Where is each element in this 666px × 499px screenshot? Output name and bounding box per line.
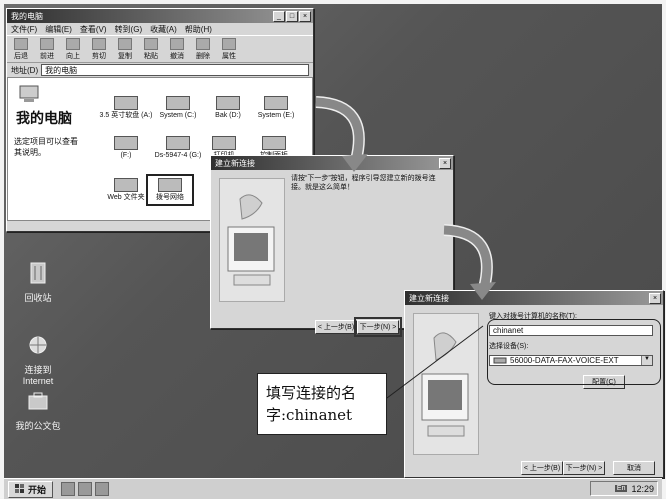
printer-icon <box>212 136 236 150</box>
address-field[interactable]: 我的电脑 <box>41 64 309 76</box>
explorer-description: 选定项目可以查看其说明。 <box>14 137 78 157</box>
menu-help[interactable]: 帮助(H) <box>185 24 212 35</box>
briefcase-icon <box>28 392 48 410</box>
cdrom-drive-icon <box>166 136 190 150</box>
undo-icon <box>170 37 184 50</box>
forward-icon <box>40 37 54 50</box>
wizard1-instruction: 请按“下一步”按钮，程序引导您建立新的拨号连接。就是这么简单！ <box>291 175 436 191</box>
menu-edit[interactable]: 编辑(E) <box>45 24 72 35</box>
drive-e[interactable]: System (E:) <box>246 96 306 120</box>
show-desktop-icon[interactable] <box>95 482 110 496</box>
windows-logo-icon <box>15 484 24 493</box>
menu-go[interactable]: 转到(G) <box>115 24 143 35</box>
start-button[interactable]: 开始 <box>8 480 54 498</box>
tool-cut[interactable]: 剪切 <box>89 37 109 61</box>
back-button[interactable]: < 上一步(B) <box>521 461 563 475</box>
taskbar: 开始 En 12:29 <box>4 478 662 499</box>
highlight-frame <box>487 319 661 385</box>
dialup-networking-folder[interactable]: 拨号网络 <box>146 174 194 206</box>
paste-icon <box>144 37 158 50</box>
tool-properties[interactable]: 属性 <box>219 37 239 61</box>
close-button[interactable]: × <box>439 158 451 169</box>
menu-view[interactable]: 查看(V) <box>80 24 107 35</box>
computer-icon <box>19 85 39 102</box>
hard-drive-icon <box>166 96 190 110</box>
system-tray: En 12:29 <box>590 481 658 496</box>
web-folder-icon <box>114 178 138 192</box>
close-button[interactable]: × <box>299 11 311 22</box>
dialup-networking-icon <box>158 178 182 192</box>
tool-back[interactable]: 后退 <box>11 37 31 61</box>
tool-forward[interactable]: 前进 <box>37 37 57 61</box>
desktop-icon-connect-internet[interactable]: 连接到 Internet <box>6 322 70 396</box>
tool-undo[interactable]: 撤消 <box>167 37 187 61</box>
start-label: 开始 <box>28 484 47 495</box>
address-bar: 地址(D) 我的电脑 <box>7 63 313 77</box>
quick-launch <box>61 482 110 496</box>
minimize-button[interactable]: _ <box>273 11 285 22</box>
cdrom-drive-icon <box>114 136 138 150</box>
next-button[interactable]: 下一步(N) > <box>563 461 605 475</box>
drive-a[interactable]: 3.5 英寸软盘 (A:) <box>96 96 156 120</box>
wizard1-title: 建立新连接 <box>215 158 255 168</box>
hard-drive-icon <box>264 96 288 110</box>
desktop-icon-briefcase[interactable]: 我的公文包 <box>6 388 70 432</box>
explorer-toolbar: 后退 前进 向上 剪切 复制 粘贴 撤消 删除 属性 <box>7 35 313 63</box>
explorer-heading: 我的电脑 <box>16 111 72 127</box>
address-label: 地址(D) <box>11 65 39 75</box>
explorer-menubar: 文件(F) 编辑(E) 查看(V) 转到(G) 收藏(A) 帮助(H) <box>7 23 313 35</box>
explorer-title: 我的电脑 <box>11 11 43 21</box>
menu-favorites[interactable]: 收藏(A) <box>150 24 177 35</box>
floppy-drive-icon <box>114 96 138 110</box>
callout-line <box>387 325 484 399</box>
cancel-button[interactable]: 取消 <box>613 461 655 475</box>
cut-icon <box>92 37 106 50</box>
maximize-button[interactable]: □ <box>286 11 298 22</box>
curved-arrow-icon <box>443 224 496 300</box>
hard-drive-icon <box>216 96 240 110</box>
clock: 12:29 <box>631 483 654 494</box>
language-indicator[interactable]: En <box>614 485 628 492</box>
recycle-bin-icon <box>30 262 46 284</box>
tool-up[interactable]: 向上 <box>63 37 83 61</box>
curved-arrow-icon <box>315 96 368 172</box>
desktop-icon-label: 连接到 Internet <box>22 365 54 386</box>
desktop-icon-label: 回收站 <box>24 293 52 303</box>
connect-internet-icon <box>29 336 47 354</box>
back-icon <box>14 37 28 50</box>
control-panel-icon <box>262 136 286 150</box>
desktop-icon-label: 我的公文包 <box>15 421 61 431</box>
up-icon <box>66 37 80 50</box>
back-button[interactable]: < 上一步(B) <box>315 320 357 334</box>
tool-copy[interactable]: 复制 <box>115 37 135 61</box>
tool-delete[interactable]: 删除 <box>193 37 213 61</box>
menu-file[interactable]: 文件(F) <box>11 24 37 35</box>
tool-paste[interactable]: 粘贴 <box>141 37 161 61</box>
desktop-icon-recycle-bin[interactable]: 回收站 <box>6 260 70 304</box>
computer-illustration-icon <box>219 178 285 302</box>
callout-note: 填写连接的名字:chinanet <box>257 373 387 435</box>
close-button[interactable]: × <box>649 293 661 304</box>
delete-icon <box>196 37 210 50</box>
ie-icon[interactable] <box>61 482 76 496</box>
outlook-icon[interactable] <box>78 482 93 496</box>
properties-icon <box>222 37 236 50</box>
copy-icon <box>118 37 132 50</box>
explorer-titlebar[interactable]: 我的电脑 _ □ × <box>7 9 313 23</box>
drive-f[interactable]: (F:) <box>96 136 156 160</box>
explorer-info-pane: 我的电脑 选定项目可以查看其说明。 <box>8 78 88 220</box>
